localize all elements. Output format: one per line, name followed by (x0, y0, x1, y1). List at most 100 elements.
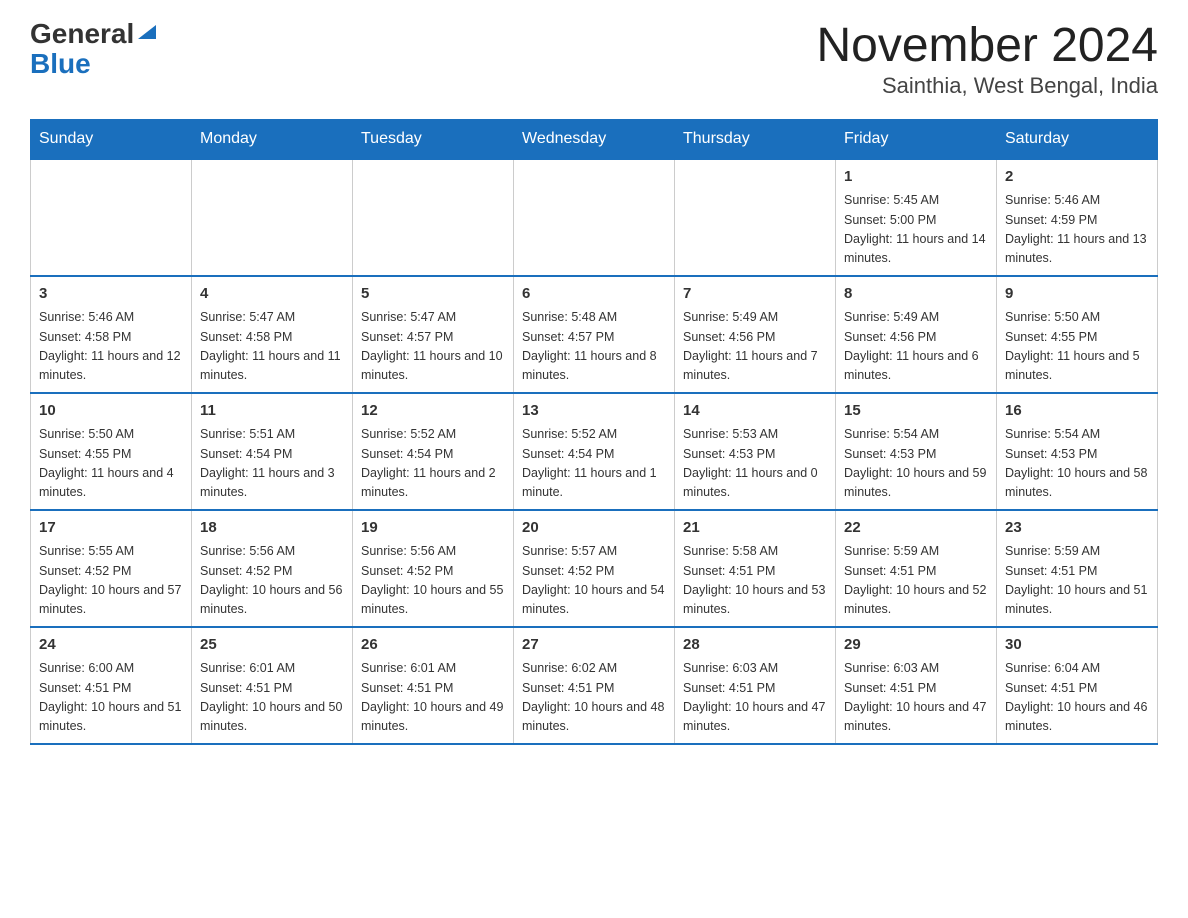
calendar-cell: 17Sunrise: 5:55 AMSunset: 4:52 PMDayligh… (31, 510, 192, 627)
column-header-wednesday: Wednesday (514, 119, 675, 159)
calendar-cell: 4Sunrise: 5:47 AMSunset: 4:58 PMDaylight… (192, 276, 353, 393)
sun-info: Sunrise: 5:49 AMSunset: 4:56 PMDaylight:… (683, 308, 827, 386)
sun-info: Sunrise: 5:50 AMSunset: 4:55 PMDaylight:… (1005, 308, 1149, 386)
sun-info: Sunrise: 5:55 AMSunset: 4:52 PMDaylight:… (39, 542, 183, 620)
day-number: 4 (200, 283, 344, 306)
sun-info: Sunrise: 5:48 AMSunset: 4:57 PMDaylight:… (522, 308, 666, 386)
sun-info: Sunrise: 5:56 AMSunset: 4:52 PMDaylight:… (200, 542, 344, 620)
sun-info: Sunrise: 6:00 AMSunset: 4:51 PMDaylight:… (39, 659, 183, 737)
day-number: 1 (844, 166, 988, 189)
calendar-week-row: 17Sunrise: 5:55 AMSunset: 4:52 PMDayligh… (31, 510, 1158, 627)
calendar-cell: 11Sunrise: 5:51 AMSunset: 4:54 PMDayligh… (192, 393, 353, 510)
day-number: 13 (522, 400, 666, 423)
day-number: 10 (39, 400, 183, 423)
calendar-cell: 9Sunrise: 5:50 AMSunset: 4:55 PMDaylight… (997, 276, 1158, 393)
day-number: 11 (200, 400, 344, 423)
sun-info: Sunrise: 5:52 AMSunset: 4:54 PMDaylight:… (522, 425, 666, 503)
page-header: General Blue November 2024 Sainthia, Wes… (30, 20, 1158, 99)
day-number: 9 (1005, 283, 1149, 306)
logo-general: General (30, 20, 134, 48)
day-number: 3 (39, 283, 183, 306)
calendar-cell: 21Sunrise: 5:58 AMSunset: 4:51 PMDayligh… (675, 510, 836, 627)
day-number: 28 (683, 634, 827, 657)
location-title: Sainthia, West Bengal, India (816, 73, 1158, 99)
calendar-cell: 19Sunrise: 5:56 AMSunset: 4:52 PMDayligh… (353, 510, 514, 627)
logo-blue: Blue (30, 48, 158, 80)
sun-info: Sunrise: 6:01 AMSunset: 4:51 PMDaylight:… (361, 659, 505, 737)
day-number: 21 (683, 517, 827, 540)
calendar-cell: 12Sunrise: 5:52 AMSunset: 4:54 PMDayligh… (353, 393, 514, 510)
calendar-cell: 28Sunrise: 6:03 AMSunset: 4:51 PMDayligh… (675, 627, 836, 744)
day-number: 12 (361, 400, 505, 423)
sun-info: Sunrise: 5:52 AMSunset: 4:54 PMDaylight:… (361, 425, 505, 503)
calendar-cell: 1Sunrise: 5:45 AMSunset: 5:00 PMDaylight… (836, 159, 997, 276)
day-number: 5 (361, 283, 505, 306)
day-number: 18 (200, 517, 344, 540)
calendar-cell: 18Sunrise: 5:56 AMSunset: 4:52 PMDayligh… (192, 510, 353, 627)
sun-info: Sunrise: 5:51 AMSunset: 4:54 PMDaylight:… (200, 425, 344, 503)
day-number: 29 (844, 634, 988, 657)
calendar-cell (192, 159, 353, 276)
day-number: 8 (844, 283, 988, 306)
day-number: 22 (844, 517, 988, 540)
calendar-cell: 7Sunrise: 5:49 AMSunset: 4:56 PMDaylight… (675, 276, 836, 393)
calendar-cell (353, 159, 514, 276)
day-number: 20 (522, 517, 666, 540)
column-header-monday: Monday (192, 119, 353, 159)
title-section: November 2024 Sainthia, West Bengal, Ind… (816, 20, 1158, 99)
column-header-thursday: Thursday (675, 119, 836, 159)
sun-info: Sunrise: 6:01 AMSunset: 4:51 PMDaylight:… (200, 659, 344, 737)
day-number: 30 (1005, 634, 1149, 657)
sun-info: Sunrise: 5:46 AMSunset: 4:58 PMDaylight:… (39, 308, 183, 386)
calendar-cell: 8Sunrise: 5:49 AMSunset: 4:56 PMDaylight… (836, 276, 997, 393)
day-number: 23 (1005, 517, 1149, 540)
logo: General Blue (30, 20, 158, 80)
sun-info: Sunrise: 5:53 AMSunset: 4:53 PMDaylight:… (683, 425, 827, 503)
sun-info: Sunrise: 5:45 AMSunset: 5:00 PMDaylight:… (844, 191, 988, 269)
calendar-cell: 5Sunrise: 5:47 AMSunset: 4:57 PMDaylight… (353, 276, 514, 393)
sun-info: Sunrise: 5:57 AMSunset: 4:52 PMDaylight:… (522, 542, 666, 620)
calendar-cell: 22Sunrise: 5:59 AMSunset: 4:51 PMDayligh… (836, 510, 997, 627)
calendar-cell: 27Sunrise: 6:02 AMSunset: 4:51 PMDayligh… (514, 627, 675, 744)
day-number: 7 (683, 283, 827, 306)
sun-info: Sunrise: 5:54 AMSunset: 4:53 PMDaylight:… (1005, 425, 1149, 503)
day-number: 27 (522, 634, 666, 657)
calendar-cell: 13Sunrise: 5:52 AMSunset: 4:54 PMDayligh… (514, 393, 675, 510)
calendar-cell: 29Sunrise: 6:03 AMSunset: 4:51 PMDayligh… (836, 627, 997, 744)
sun-info: Sunrise: 5:47 AMSunset: 4:58 PMDaylight:… (200, 308, 344, 386)
day-number: 17 (39, 517, 183, 540)
calendar-cell: 26Sunrise: 6:01 AMSunset: 4:51 PMDayligh… (353, 627, 514, 744)
day-number: 26 (361, 634, 505, 657)
sun-info: Sunrise: 5:59 AMSunset: 4:51 PMDaylight:… (1005, 542, 1149, 620)
day-number: 25 (200, 634, 344, 657)
day-number: 14 (683, 400, 827, 423)
calendar-cell: 3Sunrise: 5:46 AMSunset: 4:58 PMDaylight… (31, 276, 192, 393)
calendar-table: SundayMondayTuesdayWednesdayThursdayFrid… (30, 119, 1158, 745)
calendar-week-row: 1Sunrise: 5:45 AMSunset: 5:00 PMDaylight… (31, 159, 1158, 276)
sun-info: Sunrise: 5:58 AMSunset: 4:51 PMDaylight:… (683, 542, 827, 620)
sun-info: Sunrise: 5:50 AMSunset: 4:55 PMDaylight:… (39, 425, 183, 503)
sun-info: Sunrise: 5:46 AMSunset: 4:59 PMDaylight:… (1005, 191, 1149, 269)
sun-info: Sunrise: 6:02 AMSunset: 4:51 PMDaylight:… (522, 659, 666, 737)
calendar-cell (31, 159, 192, 276)
day-number: 24 (39, 634, 183, 657)
calendar-cell (675, 159, 836, 276)
day-number: 19 (361, 517, 505, 540)
day-number: 6 (522, 283, 666, 306)
sun-info: Sunrise: 5:47 AMSunset: 4:57 PMDaylight:… (361, 308, 505, 386)
calendar-cell: 2Sunrise: 5:46 AMSunset: 4:59 PMDaylight… (997, 159, 1158, 276)
calendar-cell: 24Sunrise: 6:00 AMSunset: 4:51 PMDayligh… (31, 627, 192, 744)
calendar-cell (514, 159, 675, 276)
sun-info: Sunrise: 5:59 AMSunset: 4:51 PMDaylight:… (844, 542, 988, 620)
sun-info: Sunrise: 5:56 AMSunset: 4:52 PMDaylight:… (361, 542, 505, 620)
column-header-saturday: Saturday (997, 119, 1158, 159)
column-header-tuesday: Tuesday (353, 119, 514, 159)
calendar-cell: 20Sunrise: 5:57 AMSunset: 4:52 PMDayligh… (514, 510, 675, 627)
calendar-cell: 16Sunrise: 5:54 AMSunset: 4:53 PMDayligh… (997, 393, 1158, 510)
sun-info: Sunrise: 6:03 AMSunset: 4:51 PMDaylight:… (683, 659, 827, 737)
sun-info: Sunrise: 6:04 AMSunset: 4:51 PMDaylight:… (1005, 659, 1149, 737)
calendar-cell: 25Sunrise: 6:01 AMSunset: 4:51 PMDayligh… (192, 627, 353, 744)
day-number: 2 (1005, 166, 1149, 189)
calendar-week-row: 10Sunrise: 5:50 AMSunset: 4:55 PMDayligh… (31, 393, 1158, 510)
day-number: 15 (844, 400, 988, 423)
